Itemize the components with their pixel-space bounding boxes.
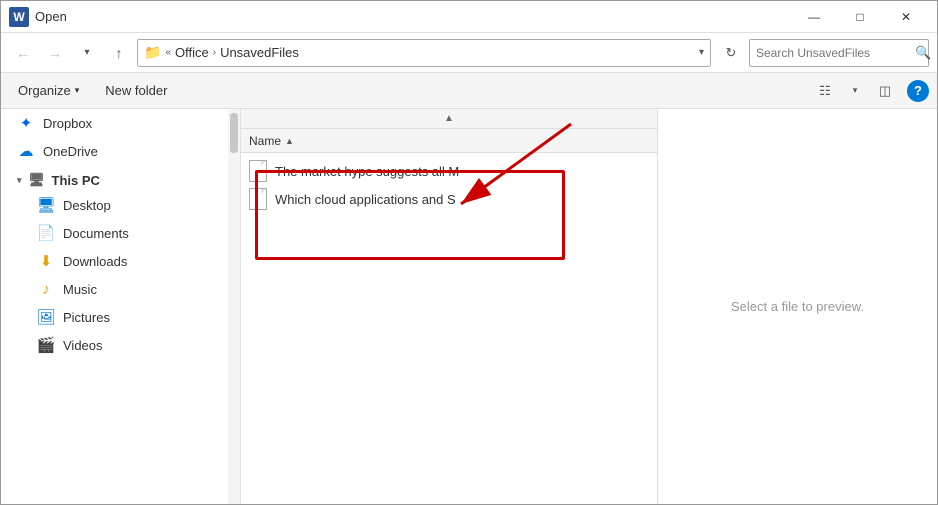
organize-dropdown-icon: ▾ [75,85,80,96]
dropbox-icon: ✦ [17,114,35,132]
sidebar-label-pictures: Pictures [63,310,110,325]
folder-icon: 📁 [144,44,161,61]
view-panel-icon: ◫ [879,83,891,99]
file-area: ▲ Name ▲ The market hype suggests all M … [241,109,657,504]
preview-empty-text: Select a file to preview. [731,299,864,314]
sidebar-item-onedrive[interactable]: ☁ OneDrive [1,137,240,165]
new-folder-label: New folder [105,83,167,98]
organize-button[interactable]: Organize ▾ [9,77,88,105]
file-icon-2 [249,188,267,210]
address-chevron-left: « [165,47,171,58]
search-bar[interactable]: 🔍 [749,39,929,67]
view-panel-button[interactable]: ◫ [871,77,899,105]
file-item-2[interactable]: Which cloud applications and S [241,185,657,213]
search-icon: 🔍 [915,45,931,61]
title-bar: W Open — □ ✕ [1,1,937,33]
file-icon-1 [249,160,267,182]
sidebar-label-dropbox: Dropbox [43,116,92,131]
column-header: Name ▲ [241,129,657,153]
view-buttons: ☷ ▾ ◫ [811,77,899,105]
dropdown-nav-button[interactable]: ▾ [73,39,101,67]
onedrive-icon: ☁ [17,142,35,160]
sidebar-item-desktop[interactable]: 🖥 Desktop [1,191,240,219]
sidebar-scrollbar[interactable] [228,109,240,504]
sidebar-item-downloads[interactable]: ⬇ Downloads [1,247,240,275]
downloads-icon: ⬇ [37,252,55,270]
view-details-button[interactable]: ☷ [811,77,839,105]
address-path: 📁 « Office › UnsavedFiles [144,44,695,61]
sidebar-label-onedrive: OneDrive [43,144,98,159]
sidebar-item-documents[interactable]: 📄 Documents [1,219,240,247]
window-title: Open [35,9,791,24]
open-dialog: W Open — □ ✕ ← → ▾ ↑ 📁 « Office › Unsave… [0,0,938,505]
sidebar-label-documents: Documents [63,226,129,241]
sidebar-label-desktop: Desktop [63,198,111,213]
sidebar-scroll-thumb [230,113,238,153]
main-content: ✦ Dropbox ☁ OneDrive ▾ 🖥 This PC 🖥 Deskt… [1,109,937,504]
forward-button[interactable]: → [41,39,69,67]
word-icon: W [9,7,29,27]
file-name-1: The market hype suggests all M [275,164,459,179]
sidebar-label-music: Music [63,282,97,297]
pictures-icon: 🖼 [37,308,55,326]
organize-label: Organize [18,83,71,98]
window-controls: — □ ✕ [791,1,929,33]
music-icon: ♪ [37,280,55,298]
file-area-container: ▲ Name ▲ The market hype suggests all M … [241,109,937,504]
sort-up-arrow: ▲ [444,113,454,124]
sidebar-item-pictures[interactable]: 🖼 Pictures [1,303,240,331]
maximize-button[interactable]: □ [837,1,883,33]
desktop-icon: 🖥 [37,196,55,214]
file-list: The market hype suggests all M Which clo… [241,153,657,504]
file-name-2: Which cloud applications and S [275,192,456,207]
sidebar-label-videos: Videos [63,338,103,353]
pc-icon: 🖥 [28,171,46,189]
documents-icon: 📄 [37,224,55,242]
search-input[interactable] [756,46,911,60]
address-dropdown-icon[interactable]: ▾ [699,47,704,58]
sidebar-item-music[interactable]: ♪ Music [1,275,240,303]
view-dropdown-button[interactable]: ▾ [841,77,869,105]
toolbar: ← → ▾ ↑ 📁 « Office › UnsavedFiles ▾ ↻ 🔍 [1,33,937,73]
address-segment-office[interactable]: Office [175,45,209,60]
sidebar-item-thispc[interactable]: ▾ 🖥 This PC [1,165,240,191]
back-button[interactable]: ← [9,39,37,67]
minimize-button[interactable]: — [791,1,837,33]
close-button[interactable]: ✕ [883,1,929,33]
new-folder-button[interactable]: New folder [96,77,176,105]
sidebar-item-dropbox[interactable]: ✦ Dropbox [1,109,240,137]
address-segment-unsaved[interactable]: UnsavedFiles [220,45,299,60]
address-bar[interactable]: 📁 « Office › UnsavedFiles ▾ [137,39,711,67]
file-item-1[interactable]: The market hype suggests all M [241,157,657,185]
sidebar: ✦ Dropbox ☁ OneDrive ▾ 🖥 This PC 🖥 Deskt… [1,109,241,504]
action-bar: Organize ▾ New folder ☷ ▾ ◫ ? [1,73,937,109]
view-details-icon: ☷ [819,83,831,99]
address-separator: › [213,47,216,58]
sort-area: ▲ [241,109,657,129]
column-name-label[interactable]: Name [249,134,281,148]
up-button[interactable]: ↑ [105,39,133,67]
sidebar-label-thispc: This PC [52,173,100,188]
preview-panel: Select a file to preview. [657,109,937,504]
sort-arrow-icon: ▲ [285,136,294,146]
sidebar-item-videos[interactable]: 🎬 Videos [1,331,240,359]
app-icon: W [9,7,29,27]
videos-icon: 🎬 [37,336,55,354]
refresh-button[interactable]: ↻ [717,39,745,67]
thispc-expand-arrow: ▾ [17,175,22,186]
help-button[interactable]: ? [907,80,929,102]
sidebar-label-downloads: Downloads [63,254,127,269]
